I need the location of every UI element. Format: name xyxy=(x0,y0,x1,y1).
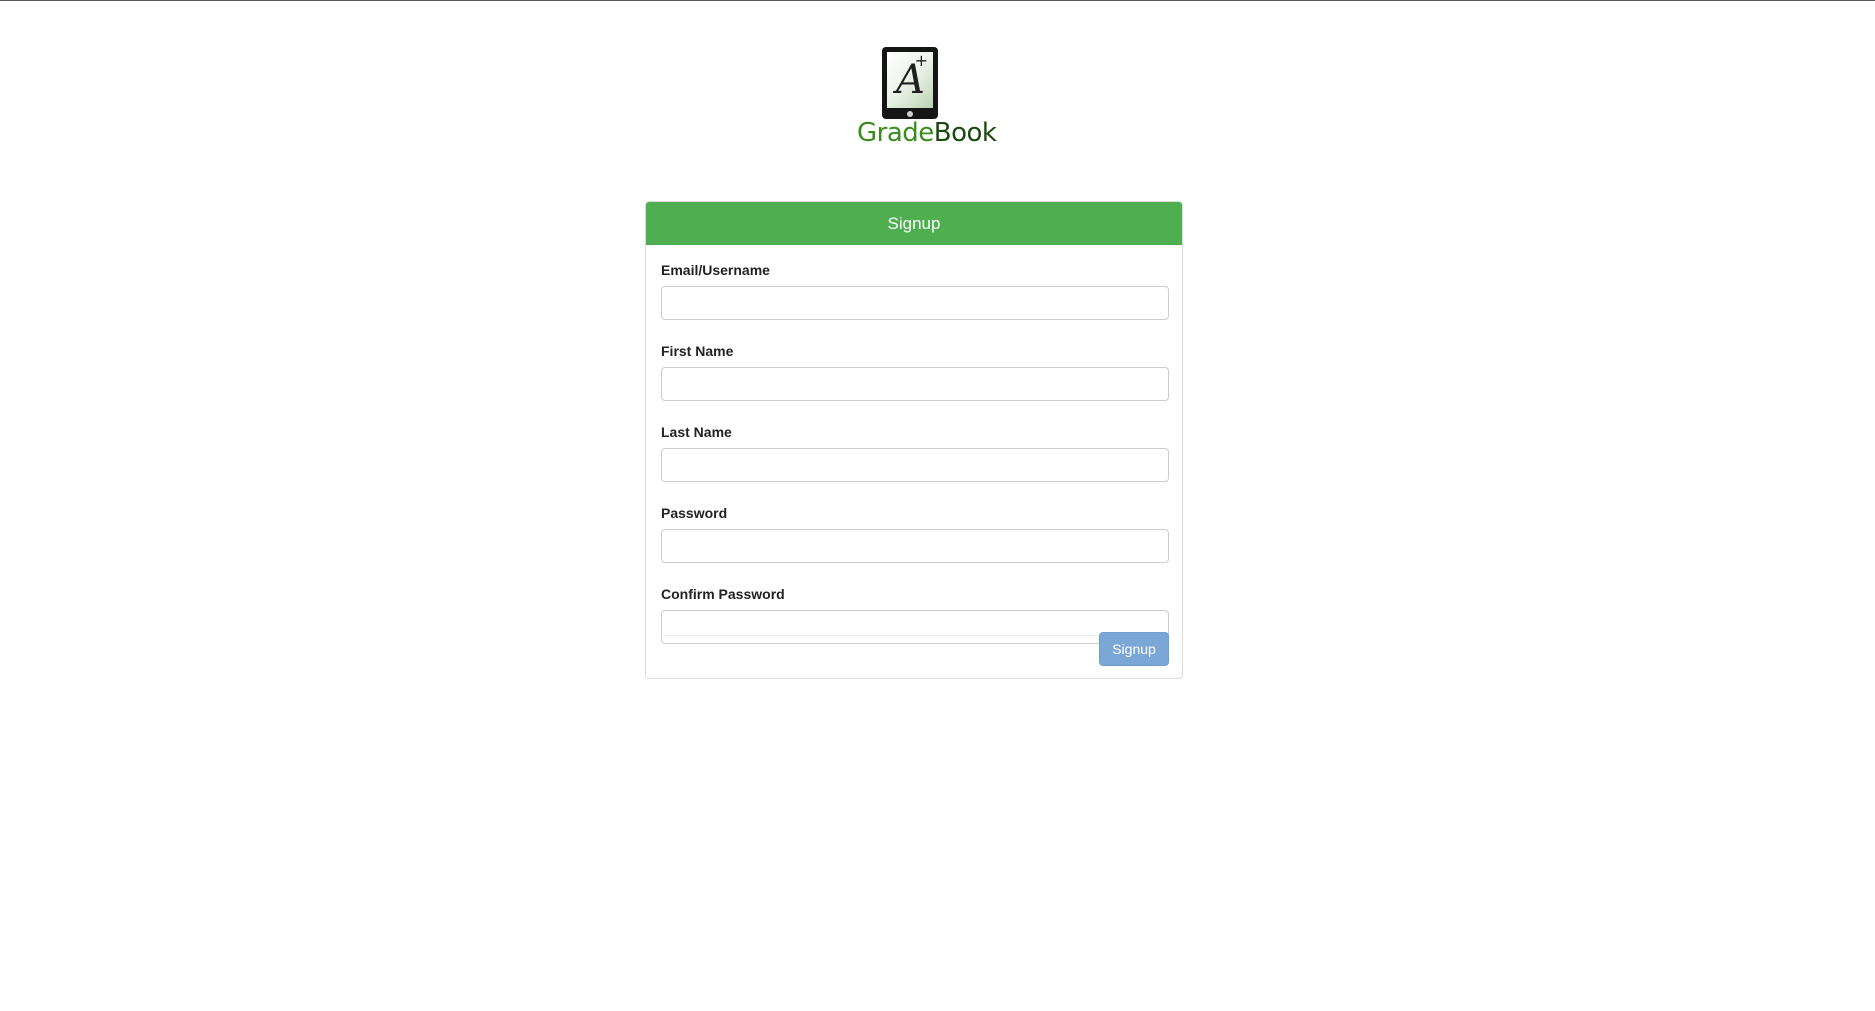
signup-button[interactable]: Signup xyxy=(1099,632,1169,666)
gradebook-logo: A + GradeBook xyxy=(857,47,997,149)
tablet-grade-icon: A + xyxy=(882,47,938,119)
signup-form: Email/Username First Name Last Name Pass… xyxy=(646,245,1182,666)
brand-name: GradeBook xyxy=(857,117,997,149)
first-name-label: First Name xyxy=(661,343,734,359)
signup-panel: Signup Email/Username First Name Last Na… xyxy=(645,201,1183,679)
confirm-password-input[interactable] xyxy=(661,610,1169,644)
last-name-group: Last Name xyxy=(661,423,1169,482)
password-label: Password xyxy=(661,505,728,521)
last-name-input[interactable] xyxy=(661,448,1169,482)
brand-name-part2: Book xyxy=(933,118,997,148)
brand-name-part1: Grade xyxy=(857,118,934,148)
confirm-password-label: Confirm Password xyxy=(661,586,785,602)
first-name-group: First Name xyxy=(661,342,1169,401)
form-divider xyxy=(661,635,1169,636)
panel-title: Signup xyxy=(646,202,1182,245)
email-username-input[interactable] xyxy=(661,286,1169,320)
password-input[interactable] xyxy=(661,529,1169,563)
email-username-label: Email/Username xyxy=(661,262,770,278)
first-name-input[interactable] xyxy=(661,367,1169,401)
email-username-group: Email/Username xyxy=(661,261,1169,320)
password-group: Password xyxy=(661,504,1169,563)
tablet-screen: A + xyxy=(887,52,933,108)
top-border-line xyxy=(0,0,1875,1)
logo-plus: + xyxy=(914,51,928,70)
last-name-label: Last Name xyxy=(661,424,732,440)
